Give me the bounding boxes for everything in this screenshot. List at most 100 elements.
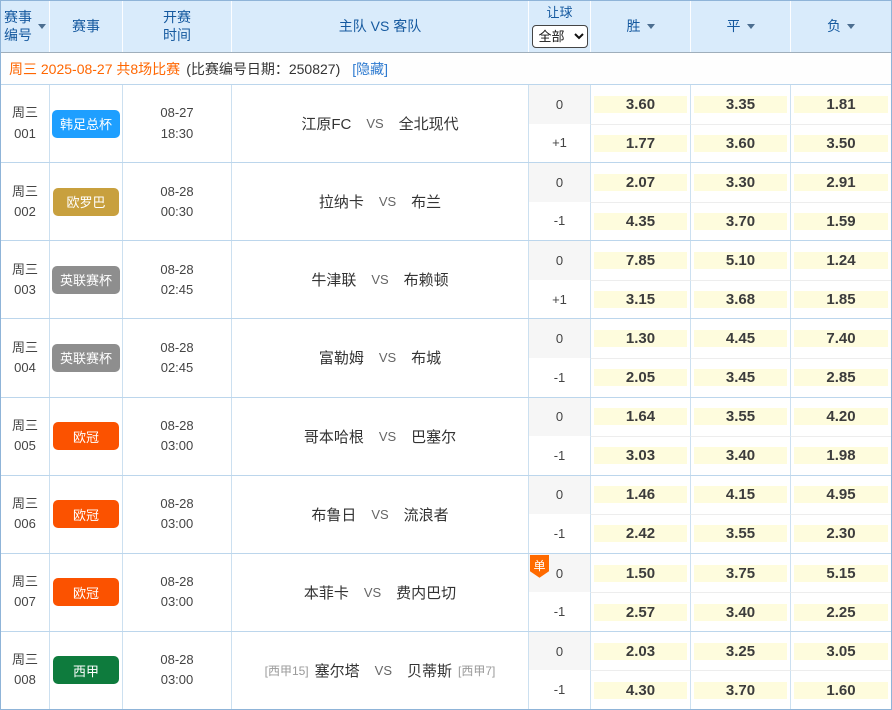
odds-lose[interactable]: 4.20 [794,408,888,425]
column-header-match-id[interactable]: 赛事 编号 [1,1,49,52]
teams[interactable]: 江原FC VS 全北现代 [231,85,528,162]
sort-caret-icon[interactable] [747,24,755,29]
odds-win[interactable]: 2.03 [594,643,687,660]
match-day: 周三 [12,103,38,123]
odds-win[interactable]: 3.15 [594,291,687,308]
odds-lose[interactable]: 1.98 [794,447,888,464]
odds-win[interactable]: 1.30 [594,330,687,347]
away-team: 布城 [411,347,441,368]
league-badge[interactable]: 欧冠 [53,500,119,528]
odds-lose[interactable]: 2.30 [794,525,888,542]
odds-draw[interactable]: 3.40 [694,604,787,621]
league-badge[interactable]: 韩足总杯 [52,110,120,138]
teams[interactable]: 富勒姆 VS 布城 [231,319,528,396]
odds-lose[interactable]: 3.05 [794,643,888,660]
league-cell: 欧冠 [49,476,122,553]
teams[interactable]: 布鲁日 VS 流浪者 [231,476,528,553]
kickoff-clock: 03:00 [161,670,194,690]
hide-link[interactable]: [隐藏] [352,59,388,79]
teams[interactable]: 哥本哈根 VS 巴塞尔 [231,398,528,475]
handicap-value: 0 [556,253,563,268]
handicap-value: 0 [556,331,563,346]
odds-lose[interactable]: 1.85 [794,291,888,308]
odds-draw[interactable]: 3.60 [694,135,787,152]
sort-caret-icon[interactable] [38,24,46,29]
teams[interactable]: [西甲15] 塞尔塔 VS 贝蒂斯 [西甲7] [231,632,528,709]
league-badge[interactable]: 英联赛杯 [52,344,120,372]
kickoff-date: 08-28 [160,572,193,592]
odds-win[interactable]: 3.03 [594,447,687,464]
odds-draw[interactable]: 3.55 [694,408,787,425]
odds-draw[interactable]: 3.70 [694,682,787,699]
odds-lose[interactable]: 1.81 [794,96,888,113]
odds-lose[interactable]: 2.91 [794,174,888,191]
vs-label: VS [379,194,396,209]
league-badge[interactable]: 欧冠 [53,422,119,450]
odds-draw[interactable]: 3.45 [694,369,787,386]
match-day: 周三 [12,260,38,280]
odds-draw[interactable]: 3.25 [694,643,787,660]
odds-draw[interactable]: 3.35 [694,96,787,113]
league-cell: 英联赛杯 [49,319,122,396]
odds-win[interactable]: 1.46 [594,486,687,503]
odds-draw[interactable]: 5.10 [694,252,787,269]
odds-draw[interactable]: 3.40 [694,447,787,464]
odds-cell: 4.35 [590,202,690,241]
odds-win[interactable]: 4.30 [594,682,687,699]
odds-draw[interactable]: 3.55 [694,525,787,542]
column-header-lose[interactable]: 负 [790,1,891,52]
odds-draw[interactable]: 4.45 [694,330,787,347]
odds-draw[interactable]: 3.30 [694,174,787,191]
teams[interactable]: 拉纳卡 VS 布兰 [231,163,528,240]
odds-win[interactable]: 4.35 [594,213,687,230]
handicap-value: -1 [554,370,566,385]
odds-win[interactable]: 1.77 [594,135,687,152]
sort-caret-icon[interactable] [647,24,655,29]
handicap-filter-select[interactable]: 全部 [532,25,588,48]
kickoff-time: 08-28 02:45 [122,319,231,396]
odds-win[interactable]: 2.07 [594,174,687,191]
odds-lose[interactable]: 2.85 [794,369,888,386]
odds-lose[interactable]: 5.15 [794,565,888,582]
odds-lose[interactable]: 7.40 [794,330,888,347]
match-list: 周三 001 韩足总杯 08-27 18:30 江原FC VS 全北现代 0 +… [1,85,891,709]
odds-lose[interactable]: 3.50 [794,135,888,152]
league-badge[interactable]: 西甲 [53,656,119,684]
odds-win[interactable]: 2.05 [594,369,687,386]
league-badge[interactable]: 欧冠 [53,578,119,606]
odds-lose[interactable]: 1.60 [794,682,888,699]
league-badge[interactable]: 英联赛杯 [52,266,120,294]
match-id: 周三 004 [1,319,49,396]
away-team: 巴塞尔 [411,426,456,447]
odds-win[interactable]: 1.64 [594,408,687,425]
odds-win[interactable]: 2.57 [594,604,687,621]
odds-cell: 3.75 [690,554,790,593]
odds-draw[interactable]: 3.68 [694,291,787,308]
odds-cell: 1.60 [790,670,891,709]
odds-win[interactable]: 3.60 [594,96,687,113]
column-header-win[interactable]: 胜 [590,1,690,52]
odds-draw[interactable]: 3.75 [694,565,787,582]
odds-win[interactable]: 2.42 [594,525,687,542]
odds-draw[interactable]: 3.70 [694,213,787,230]
teams[interactable]: 本菲卡 VS 费内巴切 [231,554,528,631]
league-badge[interactable]: 欧罗巴 [53,188,119,216]
kickoff-time: 08-28 03:00 [122,398,231,475]
odds-win[interactable]: 1.50 [594,565,687,582]
handicap-cell: 0 [528,241,590,280]
odds-cell: 3.70 [690,202,790,241]
odds-lose[interactable]: 1.24 [794,252,888,269]
odds-lose[interactable]: 2.25 [794,604,888,621]
teams[interactable]: 牛津联 VS 布赖顿 [231,241,528,318]
kickoff-date: 08-28 [160,338,193,358]
odds-win[interactable]: 7.85 [594,252,687,269]
odds-lose[interactable]: 1.59 [794,213,888,230]
sort-caret-icon[interactable] [847,24,855,29]
odds-cell: 3.55 [690,514,790,553]
odds-lose[interactable]: 4.95 [794,486,888,503]
odds-cell: 5.10 [690,241,790,280]
handicap-cell: +1 [528,124,590,163]
match-number: 002 [14,202,36,222]
column-header-draw[interactable]: 平 [690,1,790,52]
odds-draw[interactable]: 4.15 [694,486,787,503]
